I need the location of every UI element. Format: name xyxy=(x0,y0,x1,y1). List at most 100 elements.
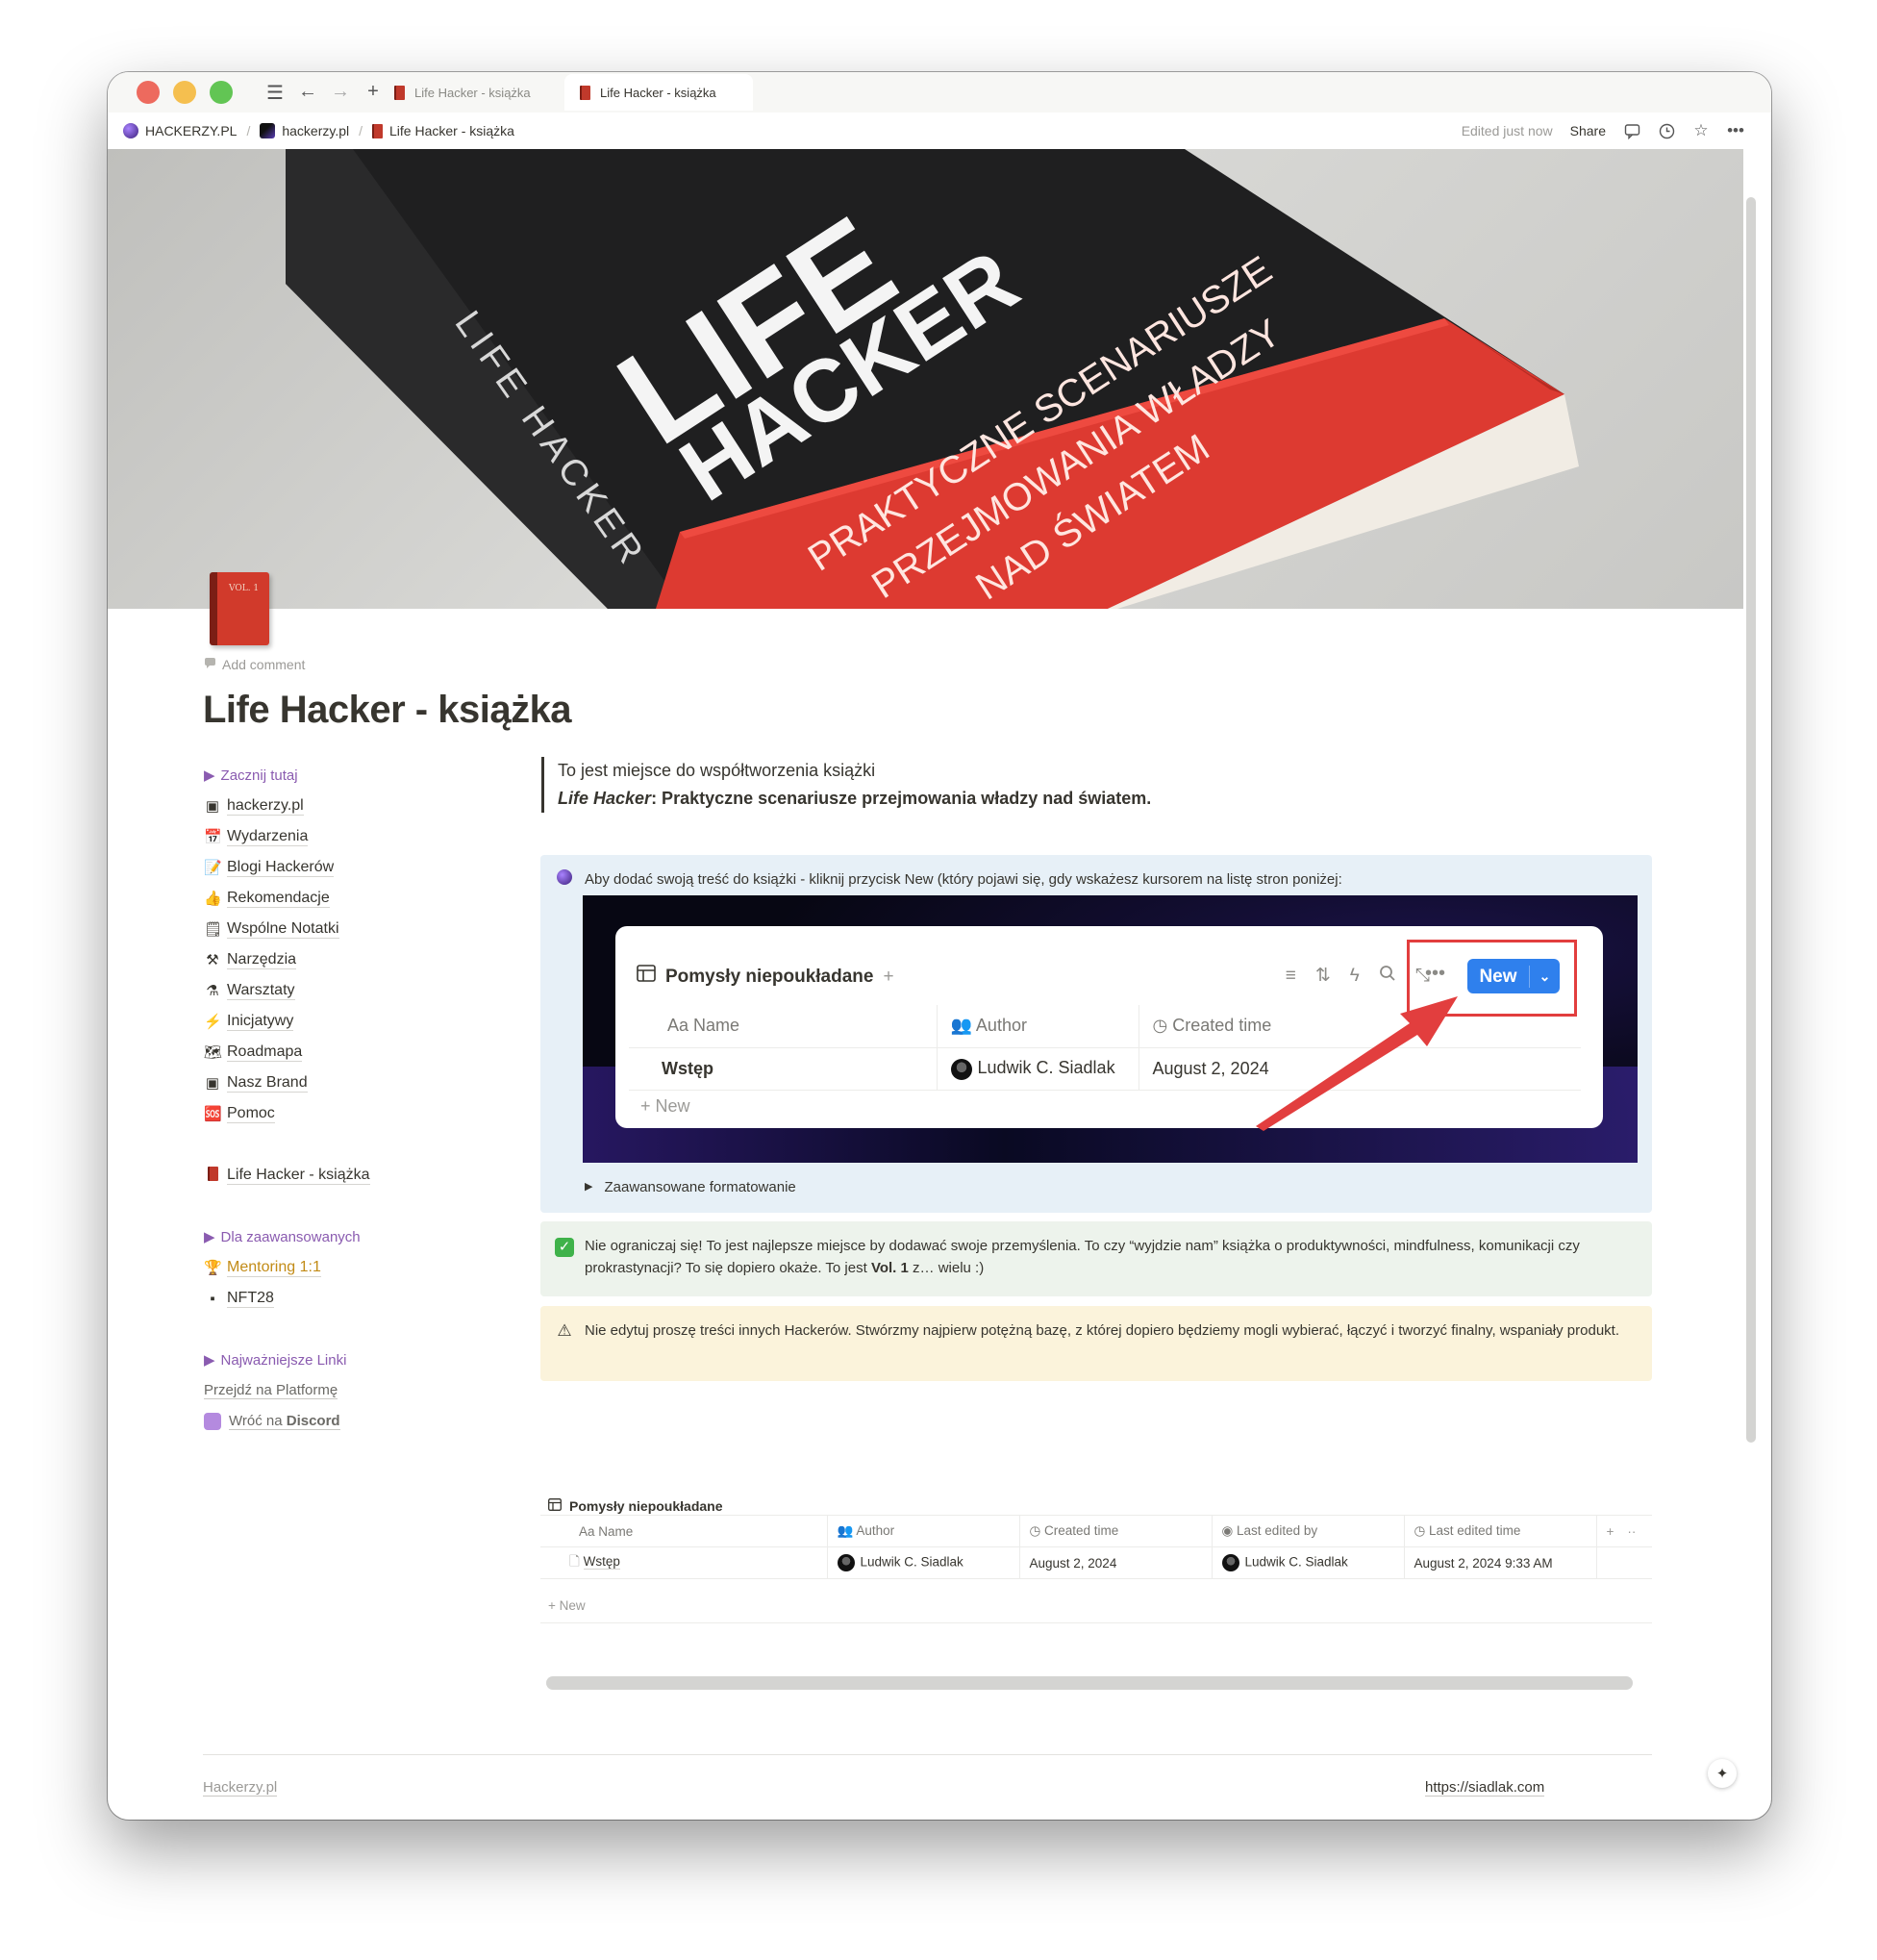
automation-lightning-icon: ϟ xyxy=(1349,966,1360,986)
footer-link-siadlak[interactable]: https://siadlak.com xyxy=(1425,1779,1545,1797)
add-comment-button[interactable]: Add comment xyxy=(204,657,305,672)
database-new-row-button[interactable]: + New xyxy=(548,1598,586,1613)
comments-icon[interactable] xyxy=(1623,122,1640,139)
discord-icon xyxy=(204,1413,221,1430)
toggle-zaawansowane-formatowanie[interactable]: ▶ Zaawansowane formatowanie xyxy=(585,1176,796,1198)
add-column-plus-icon[interactable]: + xyxy=(1607,1524,1614,1539)
page-book-icon[interactable]: VOL. 1 xyxy=(210,572,269,645)
page-document-icon: 🗋 xyxy=(569,1553,584,1569)
people-icon: 👥 xyxy=(950,1016,976,1036)
toggle-zacznij-tutaj[interactable]: ▶ Zacznij tutaj xyxy=(204,760,454,791)
sos-icon: 🆘 xyxy=(204,1106,222,1122)
footer-link-hackerzy[interactable]: Hackerzy.pl xyxy=(203,1779,278,1797)
sparkle-icon: ✦ xyxy=(1715,1766,1729,1782)
lightning-icon: ⚡ xyxy=(204,1014,222,1030)
avatar xyxy=(1221,1554,1239,1571)
book-cover-illustration: LIFE HACKER LIFE HACKER PRAKTYCZNE SCENA… xyxy=(286,149,1579,609)
column-header-author[interactable]: 👥 Author xyxy=(826,1515,1019,1547)
sidebar-item-rekomendacje[interactable]: 👍 Rekomendacje xyxy=(204,883,454,914)
menu-icon[interactable]: ☰ xyxy=(265,81,285,105)
sidebar-item-roadmapa[interactable]: 🗺 Roadmapa xyxy=(204,1037,454,1068)
table-icon xyxy=(548,1498,562,1514)
nft-icon: ▪ xyxy=(210,1290,215,1307)
share-button[interactable]: Share xyxy=(1570,123,1606,138)
avatar xyxy=(837,1554,855,1571)
sidebar-item-current-page[interactable]: Life Hacker - książka xyxy=(204,1160,454,1191)
user-circle-icon: ◉ xyxy=(1221,1523,1238,1538)
more-dots-icon[interactable]: ·· xyxy=(1627,1524,1636,1539)
sidebar-item-inicjatywy[interactable]: ⚡ Inicjatywy xyxy=(204,1006,454,1037)
intro-quote: To jest miejsce do współtworzenia książk… xyxy=(541,757,1151,813)
plus-icon: + xyxy=(883,966,894,987)
sidebar-item-narzedzia[interactable]: ⚒ Narzędzia xyxy=(204,944,454,975)
sidebar-item-blogi[interactable]: 📝 Blogi Hackerów xyxy=(204,852,454,883)
toggle-dla-zaawansowanych[interactable]: ▶ Dla zaawansowanych xyxy=(204,1221,454,1252)
clock-icon: ◷ xyxy=(1414,1523,1430,1538)
table-row[interactable]: 🗋 Wstęp Ludwik C. Siadlak August 2, 2024… xyxy=(540,1546,1652,1579)
horizontal-scrollbar[interactable] xyxy=(546,1676,1633,1690)
window-controls xyxy=(137,81,233,104)
column-header-last-edited-time[interactable]: ◷ Last edited time xyxy=(1403,1515,1596,1547)
ai-sparkle-button[interactable]: ✦ xyxy=(1708,1759,1737,1788)
breadcrumb-bar: HACKERZY.PL / hackerzy.pl / Life Hacker … xyxy=(108,113,1771,149)
triangle-right-icon: ▶ xyxy=(204,767,215,784)
callout-info: Aby dodać swoją treść do książki - klikn… xyxy=(540,855,1652,1213)
plus-icon: + xyxy=(640,1096,656,1116)
history-clock-icon[interactable] xyxy=(1658,122,1675,139)
page-title: Life Hacker - książka xyxy=(203,689,572,731)
maximize-window-button[interactable] xyxy=(210,81,233,104)
tab-1[interactable]: Life Hacker - książka xyxy=(379,74,562,111)
brand-icon: ▣ xyxy=(205,1075,220,1092)
sidebar-item-nft28[interactable]: ▪ NFT28 xyxy=(204,1283,454,1314)
link-platforma[interactable]: Przejdź na Platformę xyxy=(204,1375,454,1406)
thumbs-up-icon: 👍 xyxy=(204,891,222,907)
toggle-najwazniejsze-linki[interactable]: ▶ Najważniejsze Linki xyxy=(204,1344,454,1375)
back-arrow-icon[interactable]: ← xyxy=(298,81,317,105)
table-header-row: Aa Name 👥 Author ◷ Created time ◉ Last e… xyxy=(540,1515,1652,1547)
column-header-created-time[interactable]: ◷ Created time xyxy=(1018,1515,1212,1547)
breadcrumb-item-hackerzy-workspace[interactable]: HACKERZY.PL xyxy=(123,123,237,138)
sidebar-item-hackerzy[interactable]: ▣ hackerzy.pl xyxy=(204,791,454,821)
favorite-star-icon[interactable]: ☆ xyxy=(1692,121,1710,139)
app-window: ☰ ← → + Life Hacker - książka Life Hacke… xyxy=(108,72,1771,1820)
plus-icon: + xyxy=(548,1598,560,1613)
breadcrumb-item-current[interactable]: Life Hacker - książka xyxy=(372,123,514,138)
trophy-icon: 🏆 xyxy=(204,1260,222,1276)
database-table: Aa Name 👥 Author ◷ Created time ◉ Last e… xyxy=(540,1515,1652,1579)
book-icon xyxy=(394,85,405,100)
callout-warning: ⚠ Nie edytuj proszę treści innych Hacker… xyxy=(540,1306,1652,1381)
cover-image: LIFE HACKER LIFE HACKER PRAKTYCZNE SCENA… xyxy=(108,149,1743,609)
more-options-icon[interactable]: ••• xyxy=(1727,121,1744,139)
clock-icon: ◷ xyxy=(1029,1523,1045,1538)
sidebar-item-pomoc[interactable]: 🆘 Pomoc xyxy=(204,1098,454,1129)
minimize-window-button[interactable] xyxy=(173,81,196,104)
workshop-icon: ⚗ xyxy=(206,983,219,999)
notepad-icon: 🗒 xyxy=(204,921,223,938)
sidebar-item-brand[interactable]: ▣ Nasz Brand xyxy=(204,1068,454,1098)
comment-bubble-icon xyxy=(204,657,216,672)
map-icon: 🗺 xyxy=(204,1044,223,1061)
sidebar-item-warsztaty[interactable]: ⚗ Warsztaty xyxy=(204,975,454,1006)
calendar-icon: 📅 xyxy=(204,829,222,845)
avatar xyxy=(950,1058,972,1080)
close-window-button[interactable] xyxy=(137,81,160,104)
breadcrumb-item-hackerzy[interactable]: hackerzy.pl xyxy=(260,123,349,138)
instruction-screenshot: Pomysły niepoukładane + ≡ ⇅ ϟ ⤡ ••• New … xyxy=(583,895,1638,1163)
check-mark-icon: ✓ xyxy=(554,1235,575,1257)
column-header-last-edited-by[interactable]: ◉ Last edited by xyxy=(1211,1515,1404,1547)
people-icon: 👥 xyxy=(837,1523,857,1538)
forward-arrow-icon[interactable]: → xyxy=(331,81,350,105)
sidebar-item-mentoring[interactable]: 🏆 Mentoring 1:1 xyxy=(204,1252,454,1283)
red-arrow-annotation xyxy=(1256,996,1458,1131)
database-title[interactable]: Pomysły niepoukładane xyxy=(548,1498,723,1514)
link-discord[interactable]: Wróć na Discord xyxy=(204,1406,454,1437)
vertical-scrollbar[interactable] xyxy=(1746,197,1756,1443)
column-header-name[interactable]: Aa Name xyxy=(540,1515,827,1547)
sidebar-item-notatki[interactable]: 🗒 Wspólne Notatki xyxy=(204,914,454,944)
table-icon xyxy=(637,965,656,988)
book-icon xyxy=(204,1166,221,1185)
book-icon xyxy=(580,85,590,100)
sidebar-item-wydarzenia[interactable]: 📅 Wydarzenia xyxy=(204,821,454,852)
tab-2-active[interactable]: Life Hacker - książka xyxy=(564,74,753,111)
clock-icon: ◷ xyxy=(1152,1016,1173,1036)
